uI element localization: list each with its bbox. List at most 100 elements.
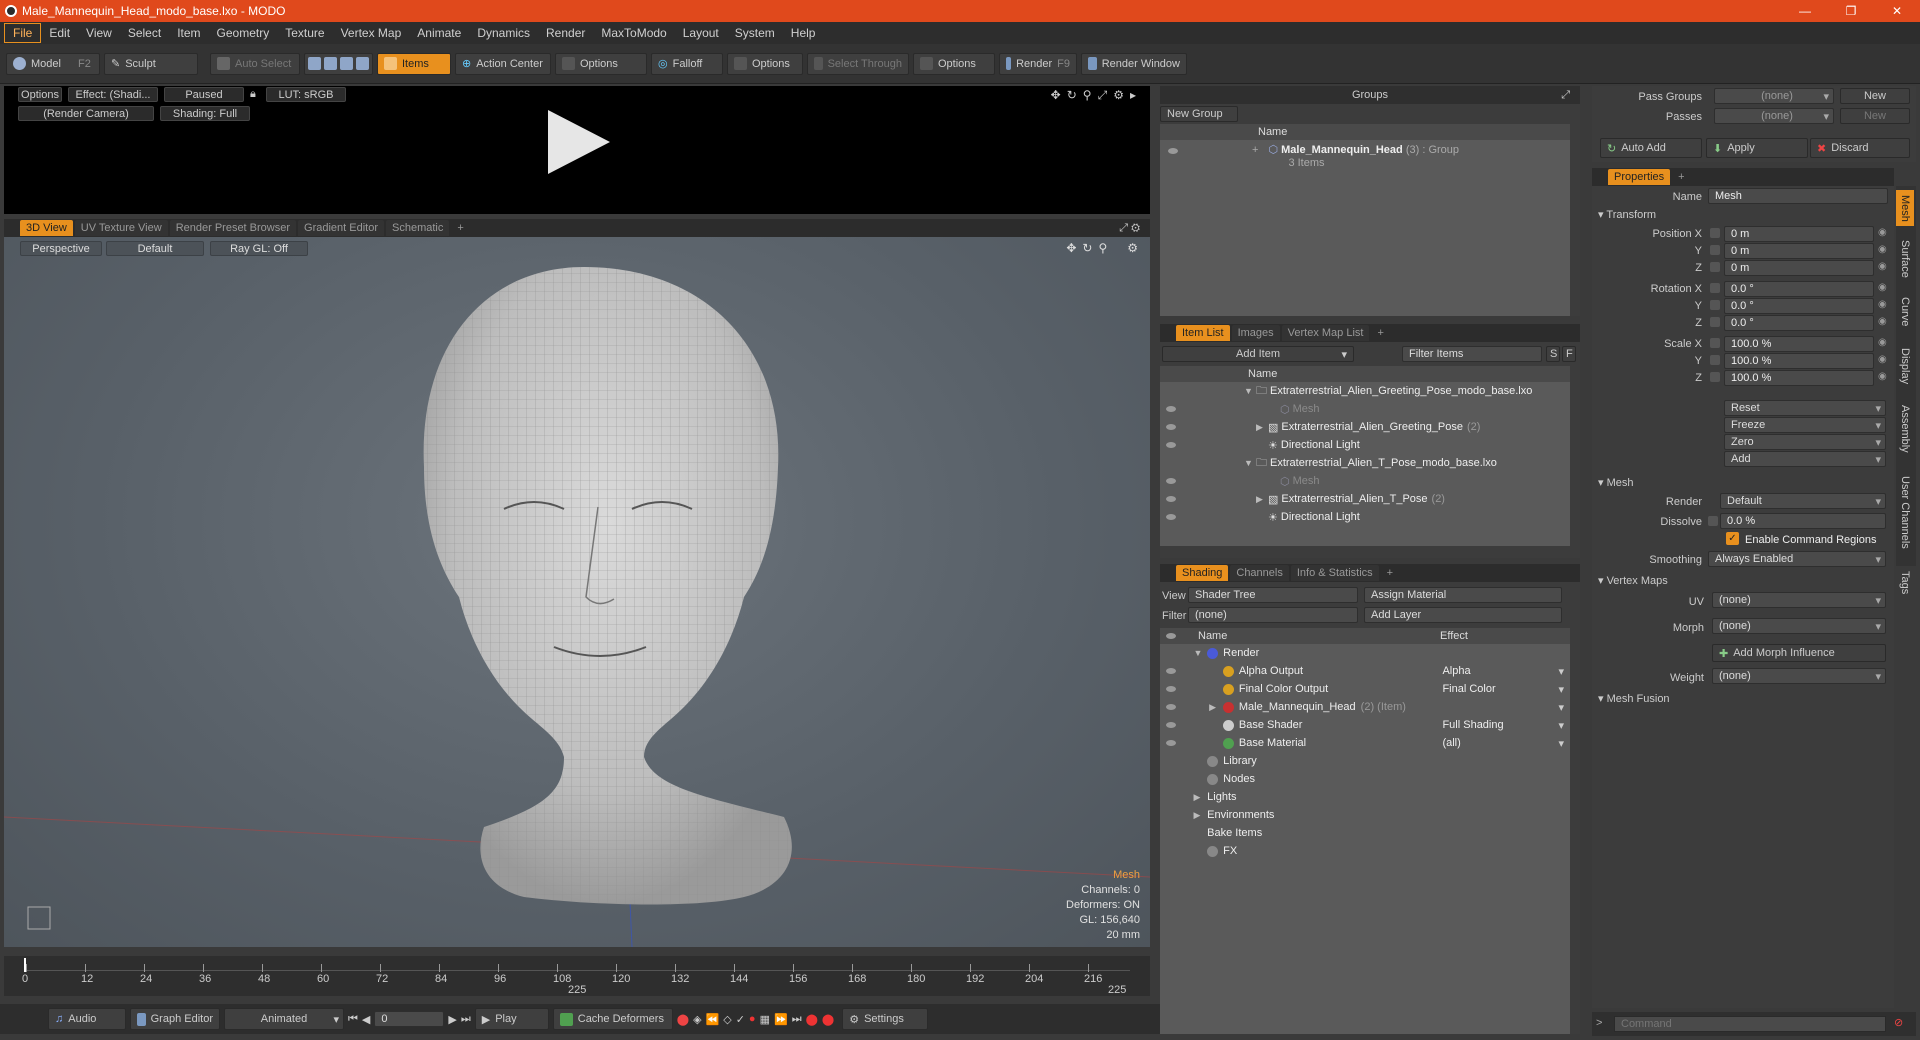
menu-item[interactable]: Item (169, 22, 208, 44)
auto-add-button[interactable]: ↻ Auto Add (1600, 138, 1702, 158)
select-through-button[interactable]: Select Through (807, 52, 909, 75)
shader-tree-row[interactable]: ▶ Lights (1160, 788, 1570, 806)
audio-button[interactable]: ♫ Audio (48, 1008, 126, 1030)
visibility-eye-icon[interactable] (1166, 704, 1176, 710)
graph-editor-button[interactable]: Graph Editor (130, 1008, 220, 1030)
prev-key-icon[interactable]: ⏪ (706, 1013, 720, 1026)
menu-help[interactable]: Help (783, 22, 824, 44)
enable-command-regions-checkbox[interactable]: ✓ (1726, 532, 1739, 545)
channel-link-icon[interactable]: ◉ (1878, 354, 1887, 365)
shader-tree-row[interactable]: Base Material (all) ▾ (1160, 734, 1570, 752)
new-group-button[interactable]: New Group (1160, 106, 1238, 122)
polygon-mode-icon[interactable] (340, 57, 353, 70)
side-tab-curve[interactable]: Curve (1896, 291, 1914, 334)
transform-rot-y-input[interactable]: 0.0 ° (1724, 298, 1874, 314)
morph-map-dropdown[interactable]: (none) (1712, 618, 1886, 634)
channel-link-icon[interactable]: ◉ (1878, 337, 1887, 348)
visibility-eye-icon[interactable] (1166, 668, 1176, 674)
shader-tree-row[interactable]: Base Shader Full Shading ▾ (1160, 716, 1570, 734)
preview-lut-dropdown[interactable]: LUT: sRGB (266, 87, 346, 102)
first-frame-icon[interactable]: ⏮ (348, 1013, 358, 1026)
menu-vertex-map[interactable]: Vertex Map (333, 22, 410, 44)
channel-key-icon[interactable] (1710, 262, 1720, 272)
channel-link-icon[interactable]: ◉ (1878, 371, 1887, 382)
side-tab-mesh[interactable]: Mesh (1896, 190, 1914, 227)
tab-shading[interactable]: Shading (1176, 565, 1229, 581)
tab-item-list[interactable]: Item List (1176, 325, 1230, 341)
transform-scl-y-input[interactable]: 100.0 % (1724, 353, 1874, 369)
item-list-tree[interactable]: Name ▼ 🗀 Extraterrestrial_Alien_Greeting_P… (1160, 366, 1570, 546)
item-list-row[interactable]: ⬡ Mesh (1160, 400, 1570, 418)
items-mode-button[interactable]: Items (377, 52, 451, 75)
expand-arrow-icon[interactable]: ▼ (1244, 386, 1256, 396)
material-mode-icon[interactable] (356, 57, 369, 70)
add-tab-button[interactable]: + (1381, 565, 1399, 581)
apply-button[interactable]: ⬇ Apply (1706, 138, 1808, 158)
next-frame-icon[interactable]: ▶ (448, 1013, 456, 1026)
menu-dynamics[interactable]: Dynamics (469, 22, 538, 44)
groups-expand-icon[interactable]: ⤢ (1561, 89, 1570, 102)
model-mode-button[interactable]: Model F2 (6, 52, 100, 75)
action-center-options-button[interactable]: Options (555, 52, 647, 75)
auto-key-icon[interactable]: ▦ (760, 1013, 770, 1026)
transform-scl-x-input[interactable]: 100.0 % (1724, 336, 1874, 352)
expand-arrow-icon[interactable]: ▶ (1256, 422, 1268, 433)
play-button[interactable]: ▶ Play (474, 1008, 549, 1030)
render-window-button[interactable]: Render Window (1081, 52, 1187, 75)
side-tab-tags[interactable]: Tags (1896, 564, 1914, 600)
falloff-options-button[interactable]: Options (727, 52, 803, 75)
add-morph-influence-button[interactable]: ✚ Add Morph Influence (1712, 644, 1886, 662)
filter-items-input[interactable]: Filter Items (1402, 346, 1542, 362)
add-item-dropdown[interactable]: Add Item ▾ (1162, 346, 1354, 362)
add-dropdown[interactable]: Add (1724, 451, 1886, 467)
shader-effect-value[interactable]: Full Shading (1442, 719, 1503, 732)
maximize-button[interactable]: ❐ (1828, 0, 1874, 22)
transform-rot-z-input[interactable]: 0.0 ° (1724, 315, 1874, 331)
transform-pos-z-input[interactable]: 0 m (1724, 260, 1874, 276)
uv-map-dropdown[interactable]: (none) (1712, 592, 1886, 608)
groups-row[interactable]: + ⬡ Male_Mannequin_Head (3) : Group 3 It… (1160, 140, 1570, 166)
zero-dropdown[interactable]: Zero (1724, 434, 1886, 450)
expand-arrow-icon[interactable]: ▶ (1209, 702, 1223, 713)
animated-dropdown[interactable]: Animated ▾ (224, 1008, 344, 1030)
shader-tree-row[interactable]: Nodes (1160, 770, 1570, 788)
passes-dropdown[interactable]: (none) (1714, 108, 1834, 124)
preview-options-button[interactable]: Options (18, 87, 62, 102)
prev-frame-icon[interactable]: ◀ (362, 1013, 370, 1026)
menu-select[interactable]: Select (120, 22, 169, 44)
expand-plus-icon[interactable]: + (1252, 144, 1258, 156)
expand-arrow-icon[interactable]: ▶ (1193, 810, 1207, 821)
menu-file[interactable]: File (4, 23, 42, 43)
add-layer-dropdown[interactable]: Add Layer (1364, 607, 1562, 623)
3d-viewport[interactable]: Perspective Default Ray GL: Off ✥ ↻ ⚲ ⚙ … (4, 237, 1150, 947)
gear-icon[interactable]: ⚙ (1113, 88, 1124, 103)
channel-key-icon[interactable] (1710, 228, 1720, 238)
shader-tree-row[interactable]: ▶ Male_Mannequin_Head (2) (Item) ▾ (1160, 698, 1570, 716)
tab-vertex-map-list[interactable]: Vertex Map List (1281, 325, 1370, 341)
filter-f-button[interactable]: F (1562, 346, 1576, 362)
last-frame-icon[interactable]: ⏭ (461, 1013, 471, 1026)
preview-camera-dropdown[interactable]: (Render Camera) (18, 106, 154, 121)
assign-material-button[interactable]: Assign Material (1364, 587, 1562, 603)
tab-info-statistics[interactable]: Info & Statistics (1290, 565, 1379, 581)
record-icon[interactable]: ● (749, 1013, 756, 1025)
channel-link-icon[interactable]: ◉ (1878, 261, 1887, 272)
render-button[interactable]: Render F9 (999, 52, 1077, 75)
render-preview[interactable]: Options Effect: (Shadi... Paused 🔒︎ LUT:… (4, 86, 1150, 214)
item-list-row[interactable]: ▼ 🗀 Extraterrestrial_Alien_T_Pose_modo_bas… (1160, 454, 1570, 472)
smoothing-dropdown[interactable]: Always Enabled (1708, 551, 1886, 567)
expand-arrow-icon[interactable]: ▼ (1244, 458, 1256, 468)
select-options-button[interactable]: Options (913, 52, 995, 75)
shader-tree[interactable]: Name Effect ▼ Render Alpha Output Alpha ▾ Fin… (1160, 628, 1570, 1034)
cache-deformers-button[interactable]: Cache Deformers (552, 1008, 673, 1030)
chevron-down-icon[interactable]: ▾ (1558, 665, 1564, 678)
play-icon[interactable] (548, 110, 610, 174)
menu-layout[interactable]: Layout (675, 22, 727, 44)
shader-effect-value[interactable]: (all) (1442, 737, 1460, 750)
add-tab-button[interactable]: + (451, 220, 469, 236)
edge-mode-icon[interactable] (324, 57, 337, 70)
side-tab-assembly[interactable]: Assembly (1896, 398, 1914, 461)
shader-tree-row[interactable]: Final Color Output Final Color ▾ (1160, 680, 1570, 698)
shader-tree-row[interactable]: FX (1160, 842, 1570, 860)
tab-schematic[interactable]: Schematic (386, 220, 450, 236)
